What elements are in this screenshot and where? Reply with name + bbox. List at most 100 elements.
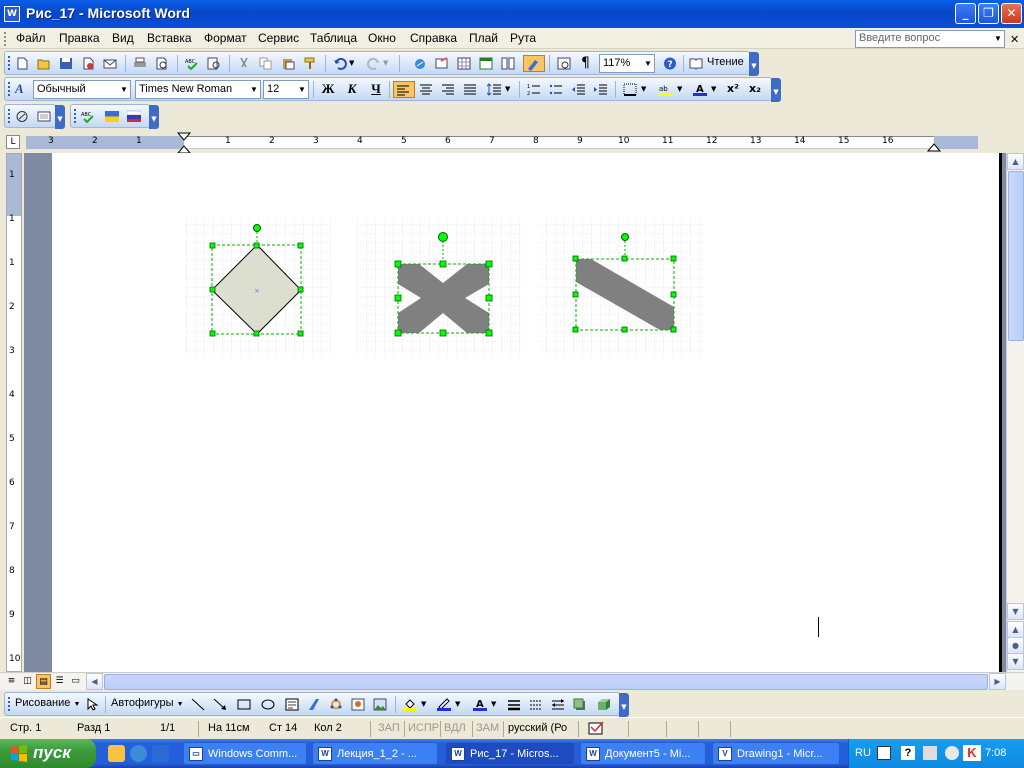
text-box-icon[interactable] (283, 696, 301, 713)
horizontal-scrollbar[interactable]: ≡ ◫ ▤ ☰ ▭ ◀ ▶ (0, 672, 1024, 690)
permission-icon[interactable] (79, 55, 97, 72)
ask-question-input[interactable]: Введите вопрос ▼ (855, 30, 1005, 48)
3d-style-icon[interactable] (595, 696, 613, 713)
chevron-down-icon[interactable]: ▼ (992, 31, 1004, 47)
columns-icon[interactable] (499, 55, 517, 72)
print-layout-icon[interactable]: ▤ (36, 674, 51, 689)
font-color-icon[interactable]: A (691, 81, 709, 98)
menu-ruta[interactable]: Рута (510, 31, 536, 45)
antivirus-icon[interactable]: K (963, 745, 981, 761)
scroll-right-button[interactable]: ▶ (989, 673, 1006, 690)
decrease-indent-icon[interactable] (569, 81, 587, 98)
word-app-icon[interactable]: W (4, 6, 20, 22)
vertical-scrollbar[interactable]: ▲ ▼ ▲ ● ▼ (1006, 153, 1024, 672)
start-button[interactable]: пуск (0, 739, 96, 768)
toolbar-options-icon[interactable]: ▼ (749, 52, 759, 76)
increase-indent-icon[interactable] (591, 81, 609, 98)
menu-tools[interactable]: Сервис (258, 31, 299, 45)
menu-grip[interactable] (4, 32, 7, 46)
new-document-icon[interactable] (13, 55, 31, 72)
status-language[interactable]: русский (Ро (508, 722, 567, 734)
toolbar-options-icon[interactable]: ▼ (771, 78, 781, 102)
status-overtype[interactable]: ЗАМ (476, 722, 499, 734)
menu-table[interactable]: Таблица (310, 31, 357, 45)
drawing-canvas[interactable]: × (52, 153, 1002, 672)
menu-insert[interactable]: Вставка (147, 31, 192, 45)
superscript-icon[interactable]: x² (725, 81, 743, 98)
ukrainian-flag-icon[interactable] (103, 108, 121, 125)
chevron-down-icon[interactable]: ▼ (118, 81, 130, 98)
outline-view-icon[interactable]: ☰ (52, 674, 67, 689)
line-color-icon[interactable] (435, 696, 453, 713)
arrow-style-icon[interactable] (549, 696, 567, 713)
taskbar-button[interactable]: W Документ5 - Mi... (580, 742, 706, 765)
highlight-icon[interactable]: ab (657, 81, 675, 98)
oval-tool-icon[interactable] (259, 696, 277, 713)
research-icon[interactable] (205, 55, 223, 72)
status-extend[interactable]: ВДЛ (444, 722, 466, 734)
web-link-icon[interactable] (13, 108, 31, 125)
close-button[interactable]: ✕ (1001, 3, 1022, 24)
menu-help[interactable]: Справка (410, 31, 457, 45)
style-select[interactable]: Обычный ▼ (33, 80, 131, 99)
close-document-button[interactable]: ✕ (1010, 33, 1019, 46)
print-preview-icon[interactable] (153, 55, 171, 72)
indent-marker[interactable] (177, 132, 191, 154)
menu-plai[interactable]: Плай (469, 31, 498, 45)
scroll-up-button[interactable]: ▲ (1007, 153, 1024, 170)
select-browse-object-button[interactable]: ● (1007, 637, 1024, 654)
toolbar-options-icon[interactable]: ▼ (149, 105, 159, 129)
tables-borders-icon[interactable] (433, 55, 451, 72)
taskbar-button-active[interactable]: W Рис_17 - Micros... (445, 742, 575, 765)
fill-color-icon[interactable] (401, 696, 419, 713)
line-style-icon[interactable] (505, 696, 523, 713)
align-center-icon[interactable] (417, 81, 435, 98)
dash-style-icon[interactable] (527, 696, 545, 713)
insert-picture-icon[interactable] (371, 696, 389, 713)
scroll-down-button[interactable]: ▼ (1007, 603, 1024, 620)
status-track-changes[interactable]: ИСПР (408, 722, 439, 734)
redo-icon[interactable] (365, 55, 383, 72)
reading-mode-icon[interactable] (687, 55, 705, 72)
browser-icon[interactable] (152, 745, 169, 762)
toolbar-options-icon[interactable]: ▼ (55, 105, 65, 129)
print-icon[interactable] (131, 55, 149, 72)
numbering-icon[interactable]: 12 (525, 81, 543, 98)
taskbar-button[interactable]: V Drawing1 - Micr... (712, 742, 840, 765)
clip-art-icon[interactable] (349, 696, 367, 713)
toolbar-grip[interactable] (8, 697, 11, 711)
russian-flag-icon[interactable] (125, 108, 143, 125)
wordart-icon[interactable] (305, 696, 323, 713)
tab-selector[interactable]: L (6, 135, 20, 149)
draw-menu-button[interactable]: Рисование ▼ (15, 697, 80, 709)
undo-dropdown-icon[interactable]: ▼ (349, 55, 359, 72)
web-layout-icon[interactable]: ◫ (20, 674, 35, 689)
menu-view[interactable]: Вид (112, 31, 134, 45)
diagram-icon[interactable] (327, 696, 345, 713)
justify-icon[interactable] (461, 81, 479, 98)
vertical-ruler-top-margin[interactable] (7, 154, 21, 216)
chevron-down-icon[interactable]: ▼ (296, 81, 308, 98)
insert-table-icon[interactable] (455, 55, 473, 72)
select-objects-icon[interactable] (83, 696, 101, 713)
back-tray-icon[interactable] (945, 746, 959, 760)
format-painter-icon[interactable] (301, 55, 319, 72)
borders-icon[interactable] (621, 81, 639, 98)
shadow-style-icon[interactable] (571, 696, 589, 713)
chevron-down-icon[interactable]: ▼ (248, 81, 260, 98)
spelling-status-icon[interactable] (588, 721, 606, 737)
media-player-icon[interactable] (130, 745, 147, 762)
chevron-down-icon[interactable]: ▼ (642, 55, 654, 72)
spelling-icon[interactable]: ABC (183, 55, 201, 72)
cut-icon[interactable] (235, 55, 253, 72)
copy-icon[interactable] (257, 55, 275, 72)
right-indent-marker[interactable] (927, 142, 941, 152)
web-view-icon[interactable] (35, 108, 53, 125)
menu-edit[interactable]: Правка (59, 31, 100, 45)
arrow-tool-icon[interactable] (211, 696, 229, 713)
italic-button[interactable]: К (343, 81, 361, 98)
font-select[interactable]: Times New Roman ▼ (135, 80, 261, 99)
undo-icon[interactable] (331, 55, 349, 72)
title-bar[interactable]: W Рис_17 - Microsoft Word _ ❐ ✕ (0, 0, 1024, 28)
redo-dropdown-icon[interactable]: ▼ (383, 55, 393, 72)
